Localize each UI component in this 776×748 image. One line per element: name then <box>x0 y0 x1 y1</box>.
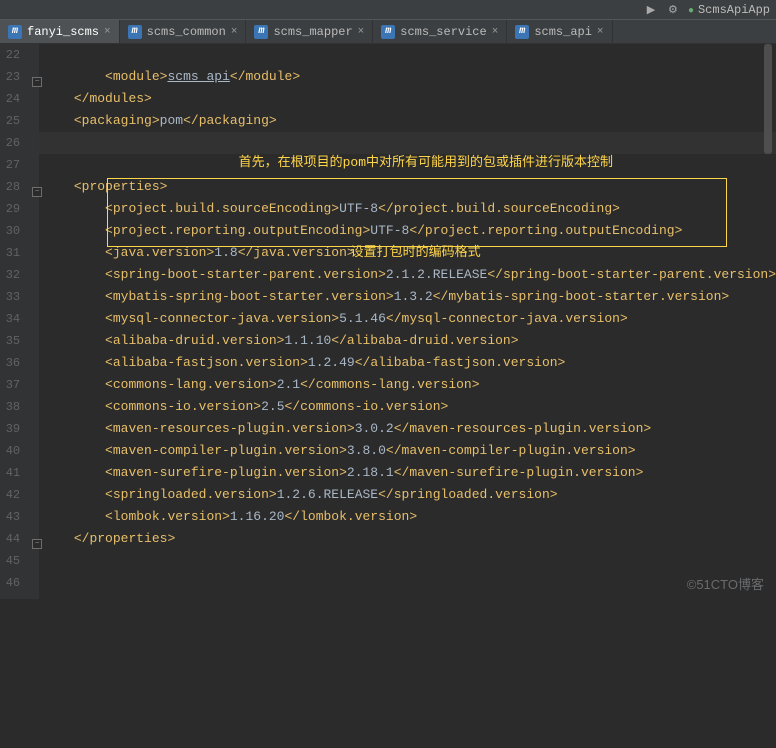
maven-icon: m <box>381 25 395 39</box>
editor-tabs: m fanyi_scms × m scms_common × m scms_ma… <box>0 20 776 44</box>
tab-label: scms_common <box>147 25 226 39</box>
maven-icon: m <box>254 25 268 39</box>
close-icon[interactable]: × <box>492 26 499 38</box>
tab-label: fanyi_scms <box>27 25 99 39</box>
close-icon[interactable]: × <box>231 26 238 38</box>
annotation-mid: 设置打包时的编码格式 <box>351 242 481 264</box>
tab-scms-service[interactable]: m scms_service × <box>373 20 507 43</box>
code-editor[interactable]: 2223242526272829303132333435363738394041… <box>0 44 776 599</box>
maven-icon: m <box>515 25 529 39</box>
app-icon <box>688 3 694 17</box>
tab-label: scms_mapper <box>273 25 352 39</box>
fold-column: − − − <box>30 44 38 599</box>
tab-fanyi-scms[interactable]: m fanyi_scms × <box>0 20 120 43</box>
close-icon[interactable]: × <box>597 26 604 38</box>
tab-label: scms_service <box>400 25 486 39</box>
run-config-label: ScmsApiApp <box>698 3 770 17</box>
maven-icon: m <box>128 25 142 39</box>
tab-scms-common[interactable]: m scms_common × <box>120 20 247 43</box>
annotation-top: 首先，在根项目的pom中对所有可能用到的包或插件进行版本控制 <box>239 152 613 174</box>
tab-scms-api[interactable]: m scms_api × <box>507 20 612 43</box>
tab-scms-mapper[interactable]: m scms_mapper × <box>246 20 373 43</box>
code-area[interactable]: <module>scms_api</module> </modules> <pa… <box>39 44 776 599</box>
tab-label: scms_api <box>534 25 592 39</box>
run-icon[interactable]: ▶ <box>644 3 658 17</box>
close-icon[interactable]: × <box>358 26 365 38</box>
hammer-icon[interactable]: ⚙ <box>666 3 680 17</box>
line-number-gutter: 2223242526272829303132333435363738394041… <box>0 44 30 599</box>
maven-icon: m <box>8 25 22 39</box>
top-toolbar: ▶ ⚙ ScmsApiApp <box>0 0 776 20</box>
close-icon[interactable]: × <box>104 26 111 38</box>
run-configuration-selector[interactable]: ScmsApiApp <box>688 3 770 17</box>
